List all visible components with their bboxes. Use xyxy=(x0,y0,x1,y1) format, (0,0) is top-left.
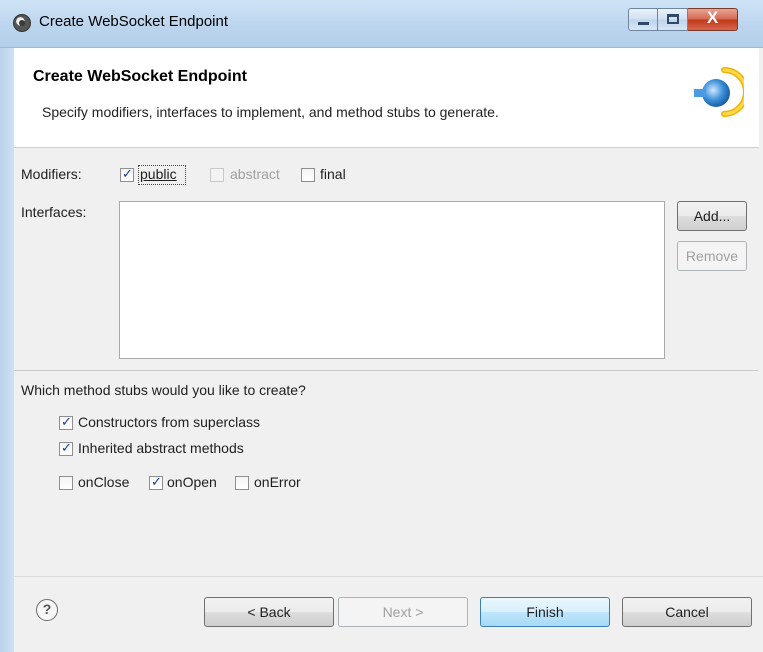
eclipse-app-icon xyxy=(13,14,31,32)
modifiers-label: Modifiers: xyxy=(21,166,82,182)
cancel-button[interactable]: Cancel xyxy=(622,597,752,627)
footer-separator xyxy=(14,576,763,577)
finish-button[interactable]: Finish xyxy=(480,597,610,627)
wizard-description: Specify modifiers, interfaces to impleme… xyxy=(42,104,499,120)
minimize-icon xyxy=(638,22,649,25)
constructors-label[interactable]: Constructors from superclass xyxy=(78,414,260,430)
title-bar[interactable]: Create WebSocket Endpoint X xyxy=(0,0,763,48)
abstract-checkbox[interactable] xyxy=(210,168,224,182)
onerror-checkbox[interactable] xyxy=(235,476,249,490)
constructors-checkbox[interactable] xyxy=(59,414,73,430)
inherited-methods-label[interactable]: Inherited abstract methods xyxy=(78,440,244,456)
inherited-methods-checkbox[interactable] xyxy=(59,440,73,456)
onopen-label[interactable]: onOpen xyxy=(167,474,217,490)
add-interface-button[interactable]: Add... xyxy=(677,201,747,231)
final-label[interactable]: final xyxy=(320,166,346,182)
minimize-button[interactable] xyxy=(628,8,658,31)
websocket-wizard-icon xyxy=(694,67,744,117)
interfaces-label: Interfaces: xyxy=(21,204,87,220)
separator xyxy=(14,370,758,371)
window-border xyxy=(0,48,14,652)
window-title: Create WebSocket Endpoint xyxy=(39,13,229,30)
help-icon[interactable]: ? xyxy=(36,599,58,621)
dialog-window: Create WebSocket Endpoint X Create WebSo… xyxy=(0,0,763,652)
interfaces-list[interactable] xyxy=(119,201,665,359)
focus-indicator xyxy=(138,165,186,185)
stubs-question: Which method stubs would you like to cre… xyxy=(21,382,306,398)
back-button[interactable]: < Back xyxy=(204,597,334,627)
next-button[interactable]: Next > xyxy=(338,597,468,627)
maximize-button[interactable] xyxy=(658,8,688,31)
onclose-label[interactable]: onClose xyxy=(78,474,129,490)
onclose-checkbox[interactable] xyxy=(59,476,73,490)
close-icon: X xyxy=(706,8,719,27)
bottom-strip xyxy=(14,637,763,652)
public-checkbox[interactable] xyxy=(120,166,134,182)
onerror-label[interactable]: onError xyxy=(254,474,301,490)
close-button[interactable]: X xyxy=(688,8,738,31)
abstract-label: abstract xyxy=(230,166,280,182)
remove-interface-button[interactable]: Remove xyxy=(677,241,747,271)
wizard-header: Create WebSocket Endpoint Specify modifi… xyxy=(14,48,759,148)
onopen-checkbox[interactable] xyxy=(149,474,163,490)
wizard-body: Modifiers: public abstract final Interfa… xyxy=(14,149,763,652)
wizard-title: Create WebSocket Endpoint xyxy=(33,68,247,85)
maximize-icon xyxy=(667,14,679,24)
final-checkbox[interactable] xyxy=(301,168,315,182)
